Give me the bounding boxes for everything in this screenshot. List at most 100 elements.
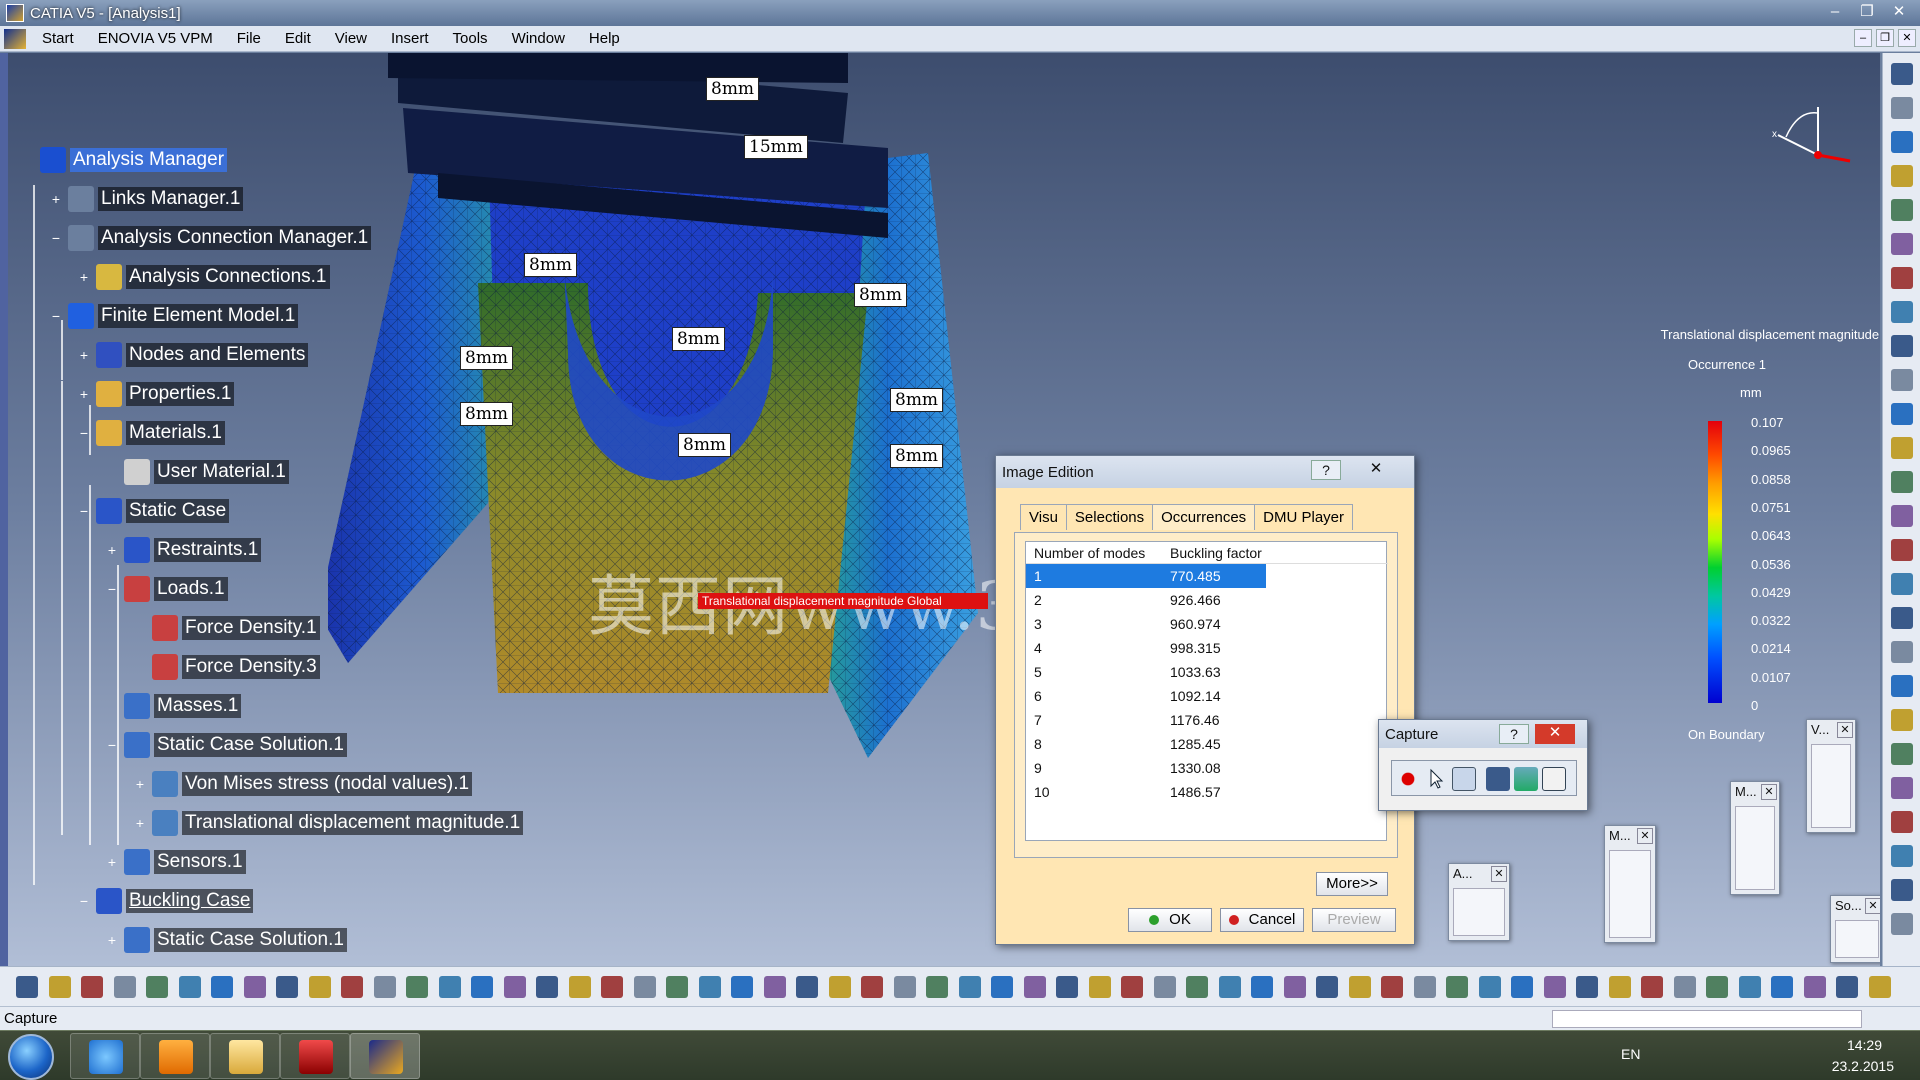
toolbar-tool-icon[interactable] [893, 976, 916, 998]
toolbar-tool-icon[interactable] [568, 976, 591, 998]
toolbar-tool-icon[interactable] [1673, 976, 1696, 998]
tree-node[interactable]: − Materials.1 [78, 418, 225, 448]
doc-close-button[interactable]: ✕ [1898, 29, 1916, 47]
toolbar-tool-icon[interactable] [958, 976, 981, 998]
toolbar-tool-icon[interactable] [1891, 437, 1913, 459]
toolbar-tool-icon[interactable] [1218, 976, 1241, 998]
toolbar-tool-icon[interactable] [1641, 976, 1663, 998]
close-window-button[interactable]: ✕ [1884, 2, 1914, 22]
mini-toolbar-body[interactable] [1811, 744, 1851, 828]
toolbar-tool-icon[interactable] [1891, 777, 1913, 799]
toolbar-tool-icon[interactable] [1803, 976, 1826, 998]
record-icon[interactable] [1396, 767, 1420, 791]
windows-start-button[interactable] [8, 1034, 54, 1080]
menu-file[interactable]: File [225, 30, 273, 47]
toolbar-tool-icon[interactable] [243, 976, 266, 998]
expand-icon[interactable]: + [134, 816, 146, 830]
expand-icon[interactable]: + [106, 933, 118, 947]
toolbar-tool-icon[interactable] [1738, 976, 1761, 998]
toolbar-tool-icon[interactable] [796, 976, 818, 998]
menu-enovia[interactable]: ENOVIA V5 VPM [86, 30, 225, 47]
toolbar-tool-icon[interactable] [1056, 976, 1078, 998]
toolbar-tool-icon[interactable] [1283, 976, 1306, 998]
taskbar-media-player[interactable] [140, 1033, 210, 1079]
album-icon[interactable] [1514, 767, 1538, 791]
toolbar-tool-icon[interactable] [1511, 976, 1533, 998]
mini-toolbar-close[interactable]: ✕ [1837, 722, 1853, 738]
tree-node[interactable]: − Buckling Case [78, 886, 254, 916]
help-button[interactable]: ? [1311, 460, 1341, 480]
toolbar-tool-icon[interactable] [1891, 879, 1913, 901]
mini-toolbar-body[interactable] [1835, 920, 1879, 958]
mini-toolbar-close[interactable]: ✕ [1761, 784, 1777, 800]
menu-view[interactable]: View [323, 30, 379, 47]
toolbar-tool-icon[interactable] [471, 976, 493, 998]
collapse-icon[interactable]: − [78, 894, 90, 908]
toolbar-tool-icon[interactable] [1891, 607, 1913, 629]
expand-icon[interactable]: + [134, 777, 146, 791]
expand-icon[interactable]: + [106, 855, 118, 869]
tree-node[interactable]: Force Density.3 [134, 652, 320, 682]
toolbar-tool-icon[interactable] [828, 976, 851, 998]
toolbar-tool-icon[interactable] [536, 976, 558, 998]
clock-date[interactable]: 23.2.2015 [1832, 1058, 1894, 1074]
toolbar-tool-icon[interactable] [926, 976, 948, 998]
toolbar-tool-icon[interactable] [1706, 976, 1728, 998]
toolbar-tool-icon[interactable] [373, 976, 396, 998]
collapse-icon[interactable]: − [78, 426, 90, 440]
collapse-icon[interactable]: − [106, 582, 118, 596]
toolbar-tool-icon[interactable] [1316, 976, 1338, 998]
capture-close-button[interactable]: ✕ [1535, 724, 1575, 744]
list-row[interactable]: 6 1092.14 [1026, 684, 1388, 708]
taskbar-explorer[interactable] [210, 1033, 280, 1079]
list-row[interactable]: 2 926.466 [1026, 588, 1388, 612]
toolbar-tool-icon[interactable] [1413, 976, 1436, 998]
toolbar-tool-icon[interactable] [1891, 675, 1913, 697]
toolbar-tool-icon[interactable] [1868, 976, 1891, 998]
maximize-button[interactable]: ❐ [1852, 2, 1882, 22]
toolbar-tool-icon[interactable] [1891, 403, 1913, 425]
toolbar-tool-icon[interactable] [1576, 976, 1598, 998]
options-icon[interactable] [1452, 767, 1476, 791]
toolbar-tool-icon[interactable] [1023, 976, 1046, 998]
tree-node[interactable]: − Static Case [78, 496, 230, 526]
tab-dmu-player[interactable]: DMU Player [1254, 504, 1354, 530]
select-mode-icon[interactable] [1424, 767, 1448, 791]
menu-insert[interactable]: Insert [379, 30, 441, 47]
collapse-icon[interactable]: − [50, 231, 62, 245]
toolbar-tool-icon[interactable] [731, 976, 753, 998]
toolbar-tool-icon[interactable] [1381, 976, 1403, 998]
fem-model-render[interactable] [328, 53, 1048, 773]
toolbar-tool-icon[interactable] [1891, 845, 1913, 867]
tab-selections[interactable]: Selections [1065, 504, 1154, 530]
toolbar-tool-icon[interactable] [1891, 199, 1913, 221]
toolbar-tool-icon[interactable] [1121, 976, 1143, 998]
toolbar-tool-icon[interactable] [1891, 63, 1913, 85]
tree-node[interactable]: + Nodes and Elements [78, 340, 309, 370]
mini-toolbar-body[interactable] [1735, 806, 1775, 890]
mini-toolbar-close[interactable]: ✕ [1865, 898, 1880, 914]
tree-node[interactable]: Analysis Manager [22, 145, 228, 175]
toolbar-tool-icon[interactable] [341, 976, 363, 998]
ok-button[interactable]: OK [1128, 908, 1212, 932]
toolbar-tool-icon[interactable] [48, 976, 71, 998]
edit-image-icon[interactable] [1542, 767, 1566, 791]
tree-node[interactable]: − Analysis Connection Manager.1 [50, 223, 372, 253]
toolbar-tool-icon[interactable] [1891, 913, 1913, 935]
list-row[interactable]: 3 960.974 [1026, 612, 1388, 636]
toolbar-tool-icon[interactable] [1088, 976, 1111, 998]
toolbar-tool-icon[interactable] [991, 976, 1013, 998]
toolbar-tool-icon[interactable] [276, 976, 298, 998]
toolbar-tool-icon[interactable] [633, 976, 656, 998]
tree-node[interactable]: + Analysis Connections.1 [78, 262, 330, 292]
toolbar-tool-icon[interactable] [1771, 976, 1793, 998]
toolbar-tool-icon[interactable] [211, 976, 233, 998]
capture-image-icon[interactable] [1486, 767, 1510, 791]
toolbar-tool-icon[interactable] [406, 976, 428, 998]
toolbar-tool-icon[interactable] [1543, 976, 1566, 998]
list-row[interactable]: 1 770.485 [1026, 564, 1266, 588]
toolbar-tool-icon[interactable] [1251, 976, 1273, 998]
toolbar-tool-icon[interactable] [146, 976, 168, 998]
tree-node[interactable]: + Sensors.1 [106, 847, 246, 877]
toolbar-tool-icon[interactable] [1153, 976, 1176, 998]
